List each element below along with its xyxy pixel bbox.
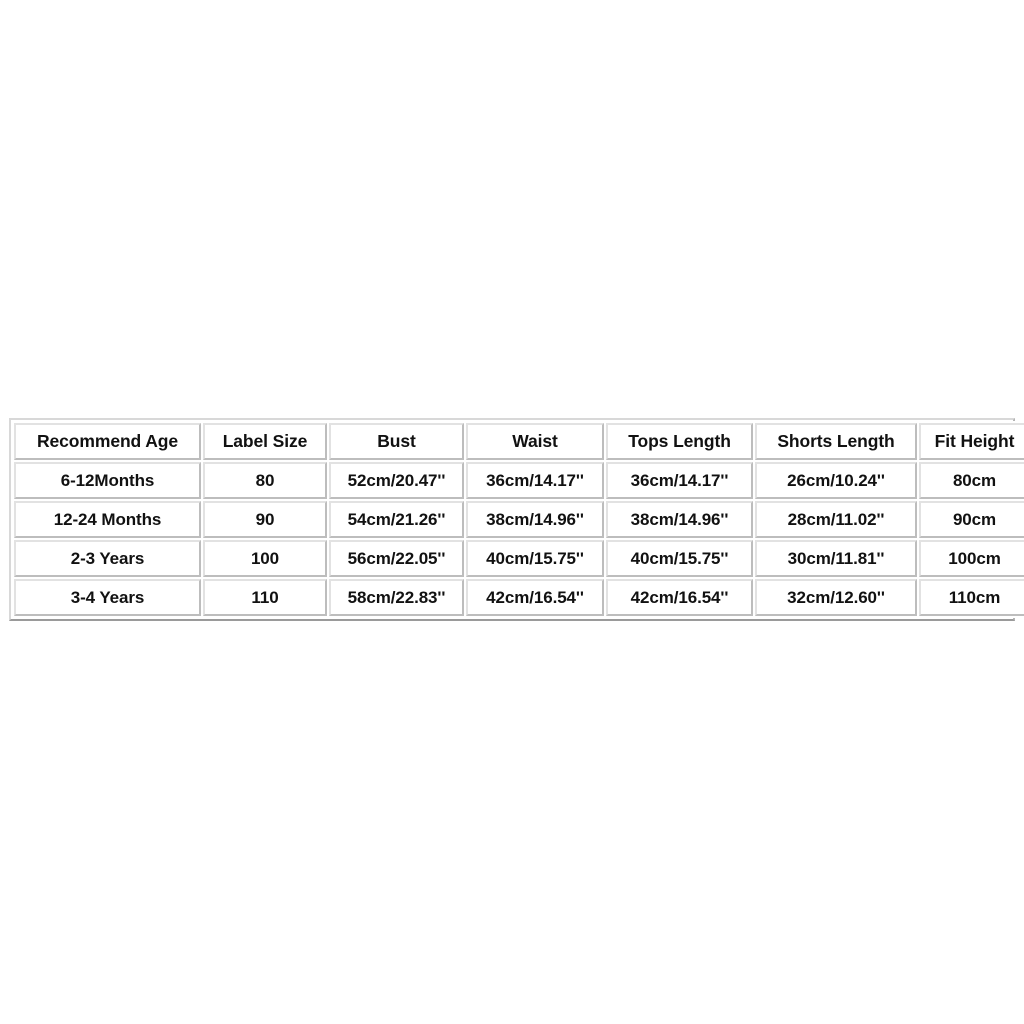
cell-recommend-age: 2-3 Years: [14, 540, 201, 577]
cell-label-size: 90: [203, 501, 327, 538]
cell-label-size: 100: [203, 540, 327, 577]
cell-fit-height: 100cm: [919, 540, 1024, 577]
cell-tops-length: 42cm/16.54'': [606, 579, 753, 616]
column-header-label-size: Label Size: [203, 423, 327, 460]
column-header-shorts-length: Shorts Length: [755, 423, 917, 460]
cell-fit-height: 80cm: [919, 462, 1024, 499]
table-row: 12-24 Months 90 54cm/21.26'' 38cm/14.96'…: [14, 501, 1024, 538]
cell-shorts-length: 30cm/11.81'': [755, 540, 917, 577]
cell-shorts-length: 28cm/11.02'': [755, 501, 917, 538]
cell-waist: 38cm/14.96'': [466, 501, 604, 538]
cell-tops-length: 40cm/15.75'': [606, 540, 753, 577]
column-header-tops-length: Tops Length: [606, 423, 753, 460]
cell-bust: 54cm/21.26'': [329, 501, 464, 538]
size-chart-header: Recommend Age Label Size Bust Waist Tops…: [14, 423, 1024, 460]
cell-tops-length: 38cm/14.96'': [606, 501, 753, 538]
cell-bust: 52cm/20.47'': [329, 462, 464, 499]
size-chart-body: 6-12Months 80 52cm/20.47'' 36cm/14.17'' …: [14, 462, 1024, 616]
size-chart-frame: Recommend Age Label Size Bust Waist Tops…: [9, 418, 1024, 621]
cell-bust: 56cm/22.05'': [329, 540, 464, 577]
column-header-waist: Waist: [466, 423, 604, 460]
page-canvas: Recommend Age Label Size Bust Waist Tops…: [0, 0, 1024, 1024]
cell-tops-length: 36cm/14.17'': [606, 462, 753, 499]
table-row: 6-12Months 80 52cm/20.47'' 36cm/14.17'' …: [14, 462, 1024, 499]
cell-label-size: 110: [203, 579, 327, 616]
cell-shorts-length: 32cm/12.60'': [755, 579, 917, 616]
size-chart-table: Recommend Age Label Size Bust Waist Tops…: [12, 421, 1024, 618]
cell-waist: 40cm/15.75'': [466, 540, 604, 577]
cell-waist: 42cm/16.54'': [466, 579, 604, 616]
table-row: 2-3 Years 100 56cm/22.05'' 40cm/15.75'' …: [14, 540, 1024, 577]
cell-fit-height: 90cm: [919, 501, 1024, 538]
column-header-fit-height: Fit Height: [919, 423, 1024, 460]
cell-waist: 36cm/14.17'': [466, 462, 604, 499]
cell-recommend-age: 6-12Months: [14, 462, 201, 499]
cell-recommend-age: 12-24 Months: [14, 501, 201, 538]
cell-recommend-age: 3-4 Years: [14, 579, 201, 616]
column-header-bust: Bust: [329, 423, 464, 460]
cell-bust: 58cm/22.83'': [329, 579, 464, 616]
table-row: 3-4 Years 110 58cm/22.83'' 42cm/16.54'' …: [14, 579, 1024, 616]
table-header-row: Recommend Age Label Size Bust Waist Tops…: [14, 423, 1024, 460]
cell-fit-height: 110cm: [919, 579, 1024, 616]
cell-shorts-length: 26cm/10.24'': [755, 462, 917, 499]
cell-label-size: 80: [203, 462, 327, 499]
column-header-recommend-age: Recommend Age: [14, 423, 201, 460]
